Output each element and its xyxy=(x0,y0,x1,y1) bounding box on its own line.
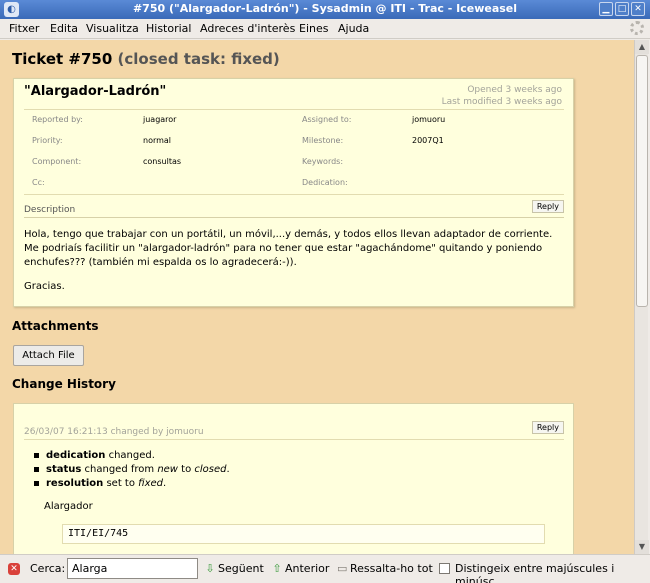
menu-fitxer[interactable]: Fitxer xyxy=(9,22,39,35)
reported-by-label: Reported by: xyxy=(32,115,83,124)
page-title: Ticket #750 (closed task: fixed) xyxy=(12,50,280,68)
window-titlebar: ◐ #750 ("Alargador-Ladrón") - Sysadmin @… xyxy=(0,0,650,19)
maximize-button[interactable]: □ xyxy=(615,2,629,16)
attachments-heading: Attachments xyxy=(12,319,99,333)
change-item: resolution set to fixed. xyxy=(32,477,230,491)
change-entry-header: 26/03/07 16:21:13 changed by jomuoru Rep… xyxy=(24,421,564,440)
scroll-down-arrow-icon[interactable]: ▼ xyxy=(635,540,649,554)
ticket-properties: Reported by: juagaror Assigned to: jomuo… xyxy=(24,109,564,195)
scrollbar-thumb[interactable] xyxy=(636,55,648,307)
menu-ajuda[interactable]: Ajuda xyxy=(338,22,369,35)
vertical-scrollbar[interactable]: ▲ ▼ xyxy=(634,40,649,554)
page-viewport: Ticket #750 (closed task: fixed) "Alarga… xyxy=(0,40,634,554)
find-label: Cerca: xyxy=(30,562,66,575)
change-reply-button[interactable]: Reply xyxy=(531,421,564,434)
description-paragraph: Hola, tengo que trabajar con un portátil… xyxy=(24,229,553,268)
change-comment: Alargador xyxy=(44,501,93,512)
ticket-number: Ticket #750 xyxy=(12,50,113,68)
find-input[interactable] xyxy=(67,558,198,579)
match-case-label[interactable]: Distingeix entre majúscules i minúsc xyxy=(455,562,650,583)
change-item: dedication changed. xyxy=(32,449,230,463)
keywords-label: Keywords: xyxy=(302,157,344,166)
highlight-icon: ▭ xyxy=(337,562,348,575)
opened-date[interactable]: Opened 3 weeks ago xyxy=(442,84,562,96)
menu-historial[interactable]: Historial xyxy=(146,22,191,35)
ticket-summary: "Alargador-Ladrón" xyxy=(24,84,167,99)
modified-date[interactable]: Last modified 3 weeks ago xyxy=(442,96,562,108)
ticket-status: (closed task: fixed) xyxy=(117,50,280,68)
change-code-block: ITI/EI/745 xyxy=(62,524,545,544)
change-list: dedication changed. status changed from … xyxy=(32,449,230,491)
description-label: Description xyxy=(24,205,76,215)
attach-file-button[interactable]: Attach File xyxy=(13,345,84,366)
description-header: Description Reply xyxy=(24,200,564,218)
property-row: Component: consultas Keywords: xyxy=(24,152,564,173)
property-row: Reported by: juagaror Assigned to: jomuo… xyxy=(24,110,564,131)
description-text: Hola, tengo que trabajar con un portátil… xyxy=(24,228,569,294)
change-history-box: 26/03/07 16:21:13 changed by jomuoru Rep… xyxy=(13,403,574,554)
change-item: status changed from new to closed. xyxy=(32,463,230,477)
minimize-button[interactable]: ▁ xyxy=(599,2,613,16)
assigned-to-value: jomuoru xyxy=(412,115,446,124)
assigned-to-label: Assigned to: xyxy=(302,115,352,124)
milestone-label: Milestone: xyxy=(302,136,344,145)
milestone-value[interactable]: 2007Q1 xyxy=(412,136,444,145)
description-paragraph: Gracias. xyxy=(24,281,65,292)
ticket-box: "Alargador-Ladrón" Opened 3 weeks ago La… xyxy=(13,78,574,307)
dedication-label: Dedication: xyxy=(302,178,348,187)
arrow-down-icon: ⇩ xyxy=(205,562,215,575)
find-next-button[interactable]: ⇩ Següent xyxy=(205,562,263,575)
arrow-up-icon: ⇧ xyxy=(272,562,282,575)
highlight-all-button[interactable]: ▭ Ressalta-ho tot xyxy=(337,562,433,575)
menu-eines[interactable]: Eines xyxy=(299,22,328,35)
priority-value: normal xyxy=(143,136,172,145)
change-entry-meta: 26/03/07 16:21:13 changed by jomuoru xyxy=(24,427,204,437)
menu-adreces[interactable]: Adreces d'interès xyxy=(200,22,295,35)
reported-by-value: juagaror xyxy=(143,115,177,124)
menu-edita[interactable]: Edita xyxy=(50,22,78,35)
throbber-icon xyxy=(630,21,644,35)
description-reply-button[interactable]: Reply xyxy=(531,200,564,213)
change-history-heading: Change History xyxy=(12,377,116,391)
find-bar: ✕ Cerca: ⇩Següent ⇧Anterior ▭Ressalta-ho… xyxy=(0,554,650,583)
cc-label: Cc: xyxy=(32,178,45,187)
match-case-checkbox[interactable] xyxy=(439,563,450,574)
priority-label: Priority: xyxy=(32,136,63,145)
menu-visualitza[interactable]: Visualitza xyxy=(86,22,139,35)
property-row: Cc: Dedication: xyxy=(24,173,564,194)
component-value: consultas xyxy=(143,157,182,166)
menu-bar: Fitxer Edita Visualitza Historial Adrece… xyxy=(0,19,650,39)
scroll-up-arrow-icon[interactable]: ▲ xyxy=(635,40,649,54)
close-findbar-icon[interactable]: ✕ xyxy=(8,563,20,575)
ticket-dates: Opened 3 weeks ago Last modified 3 weeks… xyxy=(442,84,562,108)
close-window-button[interactable]: ✕ xyxy=(631,2,645,16)
property-row: Priority: normal Milestone: 2007Q1 xyxy=(24,131,564,152)
component-label: Component: xyxy=(32,157,82,166)
find-previous-button[interactable]: ⇧ Anterior xyxy=(272,562,329,575)
window-title: #750 ("Alargador-Ladrón") - Sysadmin @ I… xyxy=(132,2,518,15)
